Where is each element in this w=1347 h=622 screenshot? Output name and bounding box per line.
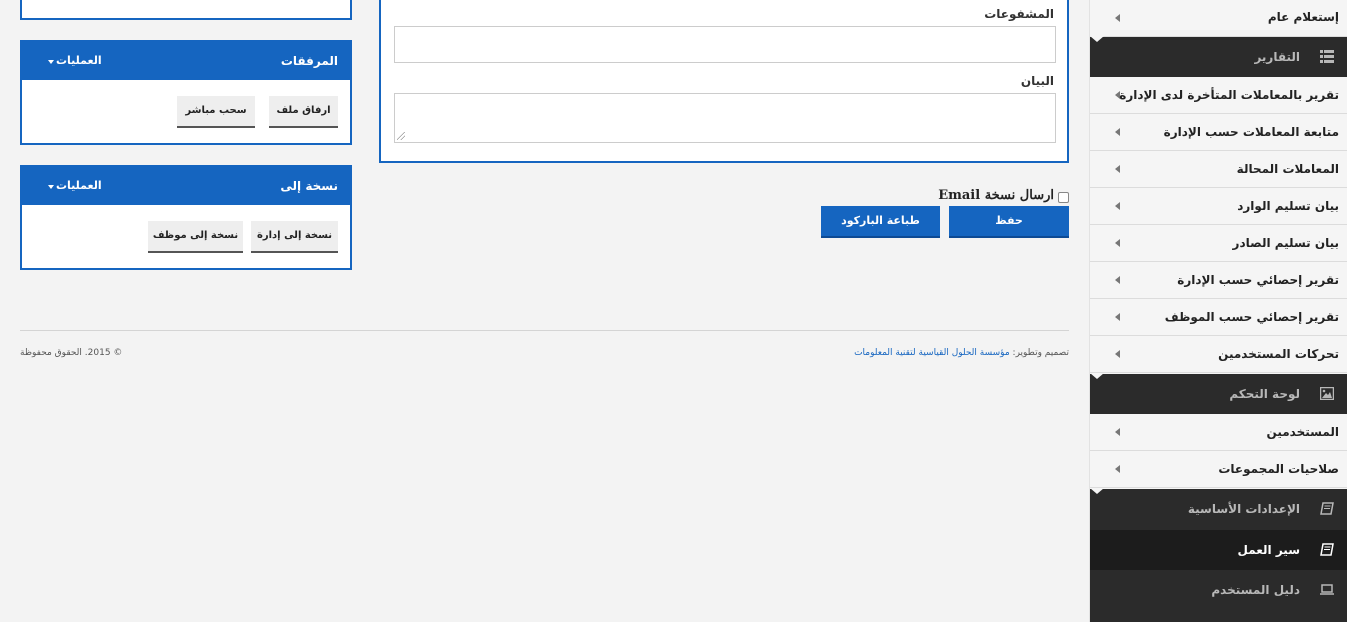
sidebar: إستعلام عام التقارير تقرير بالمعاملات ال…: [1089, 0, 1347, 622]
footer-design-prefix: تصميم وتطوير:: [1012, 348, 1069, 358]
copy-to-employee-button[interactable]: نسخة إلى موظف: [148, 221, 243, 253]
footer-copyright: © 2015. الحقوق محفوظة: [20, 348, 123, 358]
resize-handle-icon[interactable]: [397, 132, 405, 140]
operations-dropdown[interactable]: العمليات: [56, 54, 102, 67]
footer-credits: تصميم وتطوير: مؤسسة الحلول القياسية لتقن…: [854, 348, 1069, 358]
chevron-left-icon: [1115, 128, 1120, 136]
previous-panel: [20, 0, 352, 20]
sidebar-item-report-6[interactable]: تقرير إحصائي حسب الإدارة: [1090, 262, 1347, 299]
attachments-panel: المرفقات العمليات ارفاق ملف سحب مباشر: [20, 40, 352, 145]
statement-textarea[interactable]: [394, 93, 1056, 143]
footer-divider: [20, 330, 1069, 331]
copy-to-panel: نسخة إلى العمليات نسخة إلى إدارة نسخة إل…: [20, 165, 352, 270]
sidebar-item-general-query[interactable]: إستعلام عام: [1090, 0, 1347, 37]
caret-down-icon: [48, 60, 54, 64]
attachments-panel-header: المرفقات العمليات: [22, 42, 350, 80]
chevron-left-icon: [1115, 165, 1120, 173]
chevron-left-icon: [1115, 239, 1120, 247]
sidebar-item-report-8[interactable]: تحركات المستخدمين: [1090, 336, 1347, 373]
sidebar-item-group-permissions[interactable]: صلاحيات المجموعات: [1090, 451, 1347, 488]
sidebar-item-report-7[interactable]: تقرير إحصائي حسب الموظف: [1090, 299, 1347, 336]
attachments-label: المشفوعات: [984, 7, 1054, 21]
panel-title: نسخة إلى: [280, 179, 338, 193]
sidebar-item-report-3[interactable]: المعاملات المحالة: [1090, 151, 1347, 188]
send-email-copy-row: ارسال نسخة Email: [938, 186, 1070, 206]
chevron-left-icon: [1115, 350, 1120, 358]
copy-to-department-button[interactable]: نسخة إلى إدارة: [251, 221, 338, 253]
sidebar-item-report-5[interactable]: بيان تسليم الصادر: [1090, 225, 1347, 262]
send-email-checkbox[interactable]: [1058, 192, 1069, 203]
sidebar-section-settings[interactable]: الإعدادات الأساسية: [1090, 488, 1347, 530]
transaction-form: المشفوعات البيان: [379, 0, 1069, 163]
company-link[interactable]: مؤسسة الحلول القياسية لتقنية المعلومات: [854, 348, 1010, 358]
panel-title: المرفقات: [280, 54, 338, 68]
laptop-icon: [1320, 584, 1334, 595]
sidebar-section-user-manual[interactable]: دليل المستخدم: [1090, 570, 1347, 622]
print-barcode-button[interactable]: طباعة الباركود: [821, 206, 940, 238]
image-icon: [1320, 387, 1334, 400]
sidebar-item-report-4[interactable]: بيان تسليم الوارد: [1090, 188, 1347, 225]
direct-scan-button[interactable]: سحب مباشر: [177, 96, 255, 128]
sidebar-section-reports[interactable]: التقارير: [1090, 36, 1347, 77]
sidebar-section-dashboard[interactable]: لوحة التحكم: [1090, 373, 1347, 414]
statement-label: البيان: [1020, 74, 1054, 88]
save-button[interactable]: حفظ: [949, 206, 1069, 238]
sidebar-item-report-1[interactable]: تقرير بالمعاملات المتأخرة لدى الإدارة: [1090, 77, 1347, 114]
sidebar-item-users[interactable]: المستخدمين: [1090, 414, 1347, 451]
copy-to-panel-header: نسخة إلى العمليات: [22, 167, 350, 205]
caret-down-icon: [48, 185, 54, 189]
chevron-left-icon: [1115, 14, 1120, 22]
chevron-left-icon: [1115, 428, 1120, 436]
operations-dropdown[interactable]: العمليات: [56, 179, 102, 192]
book-icon: [1320, 502, 1334, 515]
sidebar-item-report-2[interactable]: متابعة المعاملات حسب الإدارة: [1090, 114, 1347, 151]
chevron-left-icon: [1115, 465, 1120, 473]
send-email-label: ارسال نسخة Email: [938, 188, 1054, 203]
attach-file-button[interactable]: ارفاق ملف: [269, 96, 338, 128]
attachments-input[interactable]: [394, 26, 1056, 63]
sidebar-section-workflow[interactable]: سير العمل: [1090, 530, 1347, 570]
list-icon: [1320, 50, 1334, 63]
chevron-left-icon: [1115, 276, 1120, 284]
book-icon: [1320, 543, 1334, 556]
chevron-left-icon: [1115, 202, 1120, 210]
chevron-left-icon: [1115, 313, 1120, 321]
